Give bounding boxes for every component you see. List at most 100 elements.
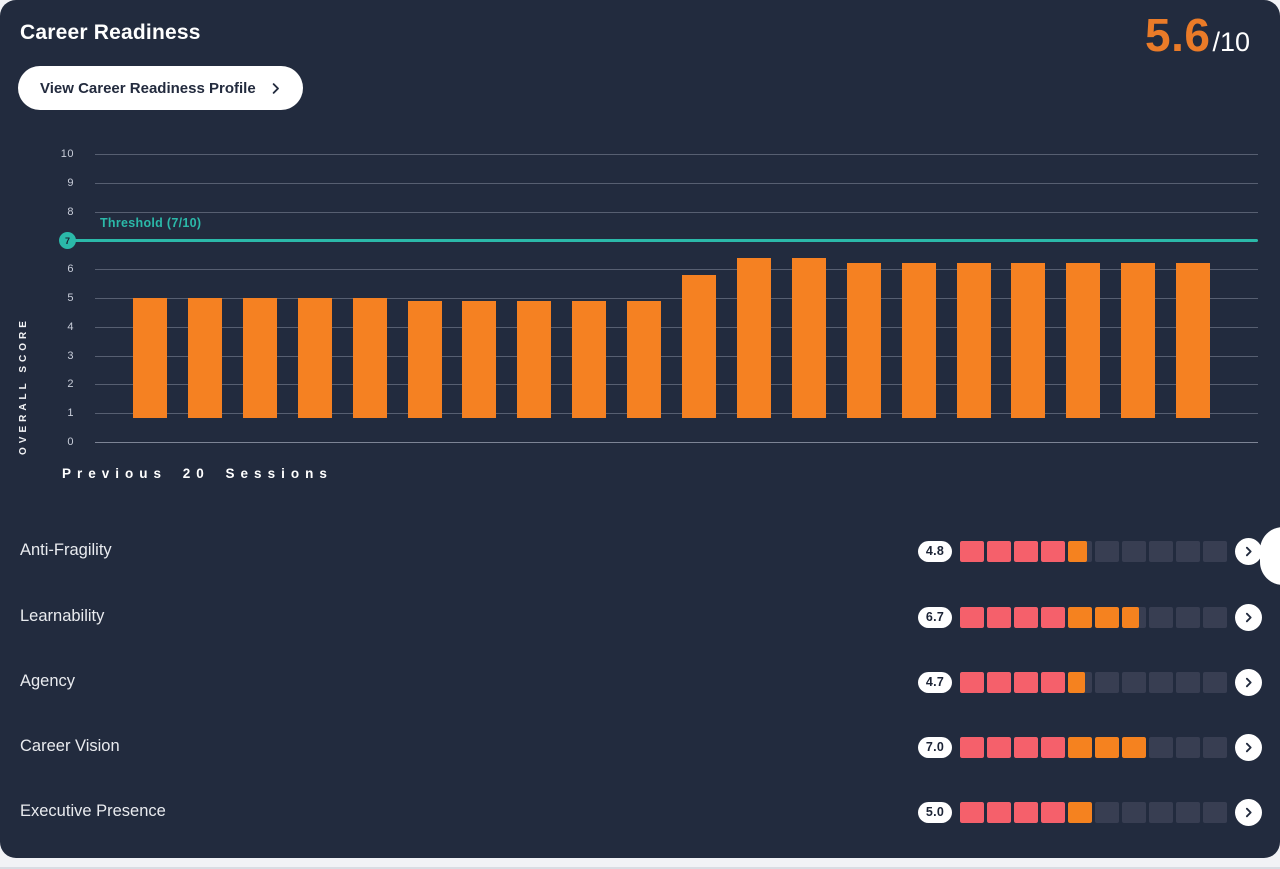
score-segment xyxy=(987,540,1011,562)
session-score-bar[interactable] xyxy=(901,263,936,418)
score-segment xyxy=(1176,540,1200,562)
score-segment xyxy=(1203,736,1227,758)
score-segment xyxy=(960,671,984,693)
skill-detail-button[interactable] xyxy=(1235,603,1262,631)
score-segment-fill xyxy=(1068,801,1092,823)
skill-row: Learnability 6.7 xyxy=(0,589,1280,645)
y-tick-label: 10 xyxy=(60,148,74,160)
y-tick-label: 4 xyxy=(67,320,74,333)
gridline xyxy=(95,182,1258,184)
skill-score-segments xyxy=(960,671,1227,693)
score-segment-fill xyxy=(987,801,1011,823)
skill-detail-button[interactable] xyxy=(1235,668,1262,696)
session-score-bar[interactable] xyxy=(1066,263,1101,418)
y-tick-label: 6 xyxy=(67,263,74,276)
score-segment xyxy=(1014,736,1038,758)
gridline xyxy=(95,442,1258,443)
overall-score-value: 5.6 xyxy=(1145,9,1211,61)
session-score-bar[interactable] xyxy=(572,300,607,418)
skill-detail-button[interactable] xyxy=(1235,733,1262,761)
skill-score-badge: 6.7 xyxy=(918,606,952,628)
score-segment xyxy=(987,801,1011,823)
score-segment-fill xyxy=(1014,671,1038,693)
skill-row: Anti-Fragility 4.8 xyxy=(0,523,1280,579)
score-segment-fill xyxy=(960,671,984,693)
score-segment-fill xyxy=(1095,736,1119,758)
score-segment-fill xyxy=(1014,736,1038,758)
score-segment xyxy=(1041,606,1065,628)
score-segment xyxy=(1149,801,1173,823)
skill-detail-button[interactable] xyxy=(1235,537,1262,565)
skill-score-segments xyxy=(960,736,1227,758)
skill-score-segments xyxy=(960,801,1227,823)
score-segment xyxy=(1149,736,1173,758)
session-score-bar[interactable] xyxy=(1121,263,1156,418)
y-tick-label: 8 xyxy=(67,205,74,218)
session-score-bar[interactable] xyxy=(242,298,277,418)
session-score-bar[interactable] xyxy=(187,298,222,418)
score-segment-fill xyxy=(1068,540,1088,562)
session-score-bar[interactable] xyxy=(682,274,716,418)
skill-score-group: 5.0 xyxy=(918,798,1262,826)
skill-label: Anti-Fragility xyxy=(20,541,112,560)
x-axis-title: Previous 20 Sessions xyxy=(62,466,333,481)
session-score-bar[interactable] xyxy=(1011,263,1046,418)
score-segment xyxy=(1176,606,1200,628)
session-score-bar[interactable] xyxy=(736,257,771,418)
score-segment xyxy=(960,606,984,628)
score-segment xyxy=(1149,606,1173,628)
skill-label: Career Vision xyxy=(20,737,120,756)
threshold-label: Threshold (7/10) xyxy=(100,216,202,230)
score-chart: OVERALL SCORE 7 Threshold (7/10) Previou… xyxy=(0,140,1280,492)
score-segment xyxy=(1095,540,1119,562)
score-segment xyxy=(1149,540,1173,562)
score-segment-fill xyxy=(987,606,1011,628)
skill-score-badge: 4.8 xyxy=(918,540,952,562)
session-score-bar[interactable] xyxy=(956,263,991,418)
score-segment-fill xyxy=(1041,801,1065,823)
score-segment xyxy=(1122,540,1146,562)
session-score-bar[interactable] xyxy=(297,298,332,418)
score-segment-fill xyxy=(1122,606,1139,628)
score-segment xyxy=(1203,540,1227,562)
session-score-bar[interactable] xyxy=(462,300,497,418)
score-segment xyxy=(1203,606,1227,628)
score-segment xyxy=(1041,671,1065,693)
session-score-bar[interactable] xyxy=(352,298,387,418)
skill-score-group: 6.7 xyxy=(918,603,1262,631)
session-score-bar[interactable] xyxy=(407,300,442,418)
score-segment xyxy=(1176,671,1200,693)
skill-label: Learnability xyxy=(20,607,105,626)
score-segment xyxy=(987,736,1011,758)
score-segment xyxy=(1041,801,1065,823)
skill-label: Executive Presence xyxy=(20,802,166,821)
score-segment xyxy=(1095,671,1119,693)
score-segment xyxy=(1203,671,1227,693)
skill-score-badge: 5.0 xyxy=(918,801,952,823)
score-segment xyxy=(987,671,1011,693)
score-segment xyxy=(1068,540,1092,562)
session-score-bar[interactable] xyxy=(517,300,552,418)
view-profile-button[interactable]: View Career Readiness Profile xyxy=(18,66,303,110)
skill-score-group: 4.8 xyxy=(918,537,1262,565)
y-axis-title: OVERALL SCORE xyxy=(18,317,29,455)
threshold-marker: 7 xyxy=(59,232,76,249)
skill-label: Agency xyxy=(20,672,76,691)
score-segment-fill xyxy=(960,606,984,628)
skill-row: Agency 4.7 xyxy=(0,654,1280,710)
score-segment-fill xyxy=(960,736,984,758)
score-segment-fill xyxy=(1041,736,1065,758)
score-segment xyxy=(1203,801,1227,823)
score-segment xyxy=(1041,736,1065,758)
score-segment xyxy=(1041,540,1065,562)
session-score-bar[interactable] xyxy=(846,263,881,418)
skill-detail-button[interactable] xyxy=(1235,798,1262,826)
y-tick-label: 9 xyxy=(67,176,74,189)
score-segment xyxy=(1122,801,1146,823)
score-segment xyxy=(1014,540,1038,562)
session-score-bar[interactable] xyxy=(627,300,662,418)
session-score-bar[interactable] xyxy=(791,257,826,418)
session-score-bar[interactable] xyxy=(133,298,167,418)
y-tick-label: 0 xyxy=(67,436,74,448)
session-score-bar[interactable] xyxy=(1176,263,1211,418)
